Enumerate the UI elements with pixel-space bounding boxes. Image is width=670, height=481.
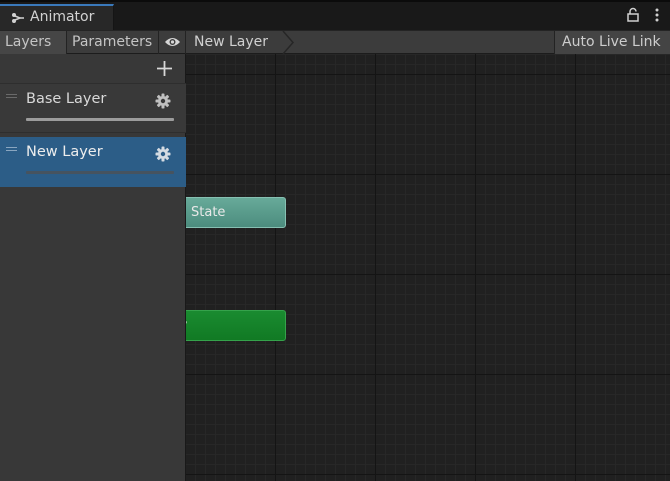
eye-toggle-button[interactable] xyxy=(159,31,186,54)
layers-panel: Base Layer New Layer xyxy=(0,54,186,481)
layer-item-new-layer[interactable]: New Layer xyxy=(0,137,186,187)
gear-icon[interactable] xyxy=(155,93,171,109)
node-label: State xyxy=(191,205,226,220)
layer-weight-bar xyxy=(26,171,174,174)
gear-icon[interactable] xyxy=(155,146,171,162)
layer-item-base-layer[interactable]: Base Layer xyxy=(0,83,186,133)
drag-handle-icon[interactable] xyxy=(6,147,17,152)
layer-name: Base Layer xyxy=(26,91,107,107)
lock-icon[interactable] xyxy=(626,7,640,23)
any-state-node[interactable]: State xyxy=(186,197,286,228)
drag-handle-icon[interactable] xyxy=(6,94,17,99)
layers-tab[interactable]: Layers xyxy=(0,31,67,54)
entry-node[interactable]: ntry xyxy=(186,310,286,341)
auto-live-link-button[interactable]: Auto Live Link xyxy=(554,31,670,54)
window-title: Animator xyxy=(30,9,95,25)
layer-name: New Layer xyxy=(26,144,103,160)
breadcrumb-item-new-layer: New Layer xyxy=(194,34,269,50)
animator-window-tab[interactable]: Animator xyxy=(0,4,114,30)
animator-icon xyxy=(12,13,24,23)
breadcrumb[interactable]: New Layer xyxy=(186,31,294,54)
layer-weight-bar xyxy=(26,118,174,121)
parameters-tab[interactable]: Parameters xyxy=(67,31,159,54)
plus-icon[interactable] xyxy=(156,60,173,77)
eye-icon xyxy=(165,38,180,46)
window-tab-bar: Animator xyxy=(0,0,670,30)
node-label: ntry xyxy=(186,311,187,340)
kebab-menu-icon[interactable] xyxy=(654,8,660,22)
tab-bar-edge xyxy=(0,0,670,2)
state-machine-graph[interactable]: State ntry xyxy=(186,54,670,481)
breadcrumb-arrow-icon xyxy=(282,31,294,54)
animator-toolbar: Layers Parameters New Layer Auto Live Li… xyxy=(0,30,670,54)
